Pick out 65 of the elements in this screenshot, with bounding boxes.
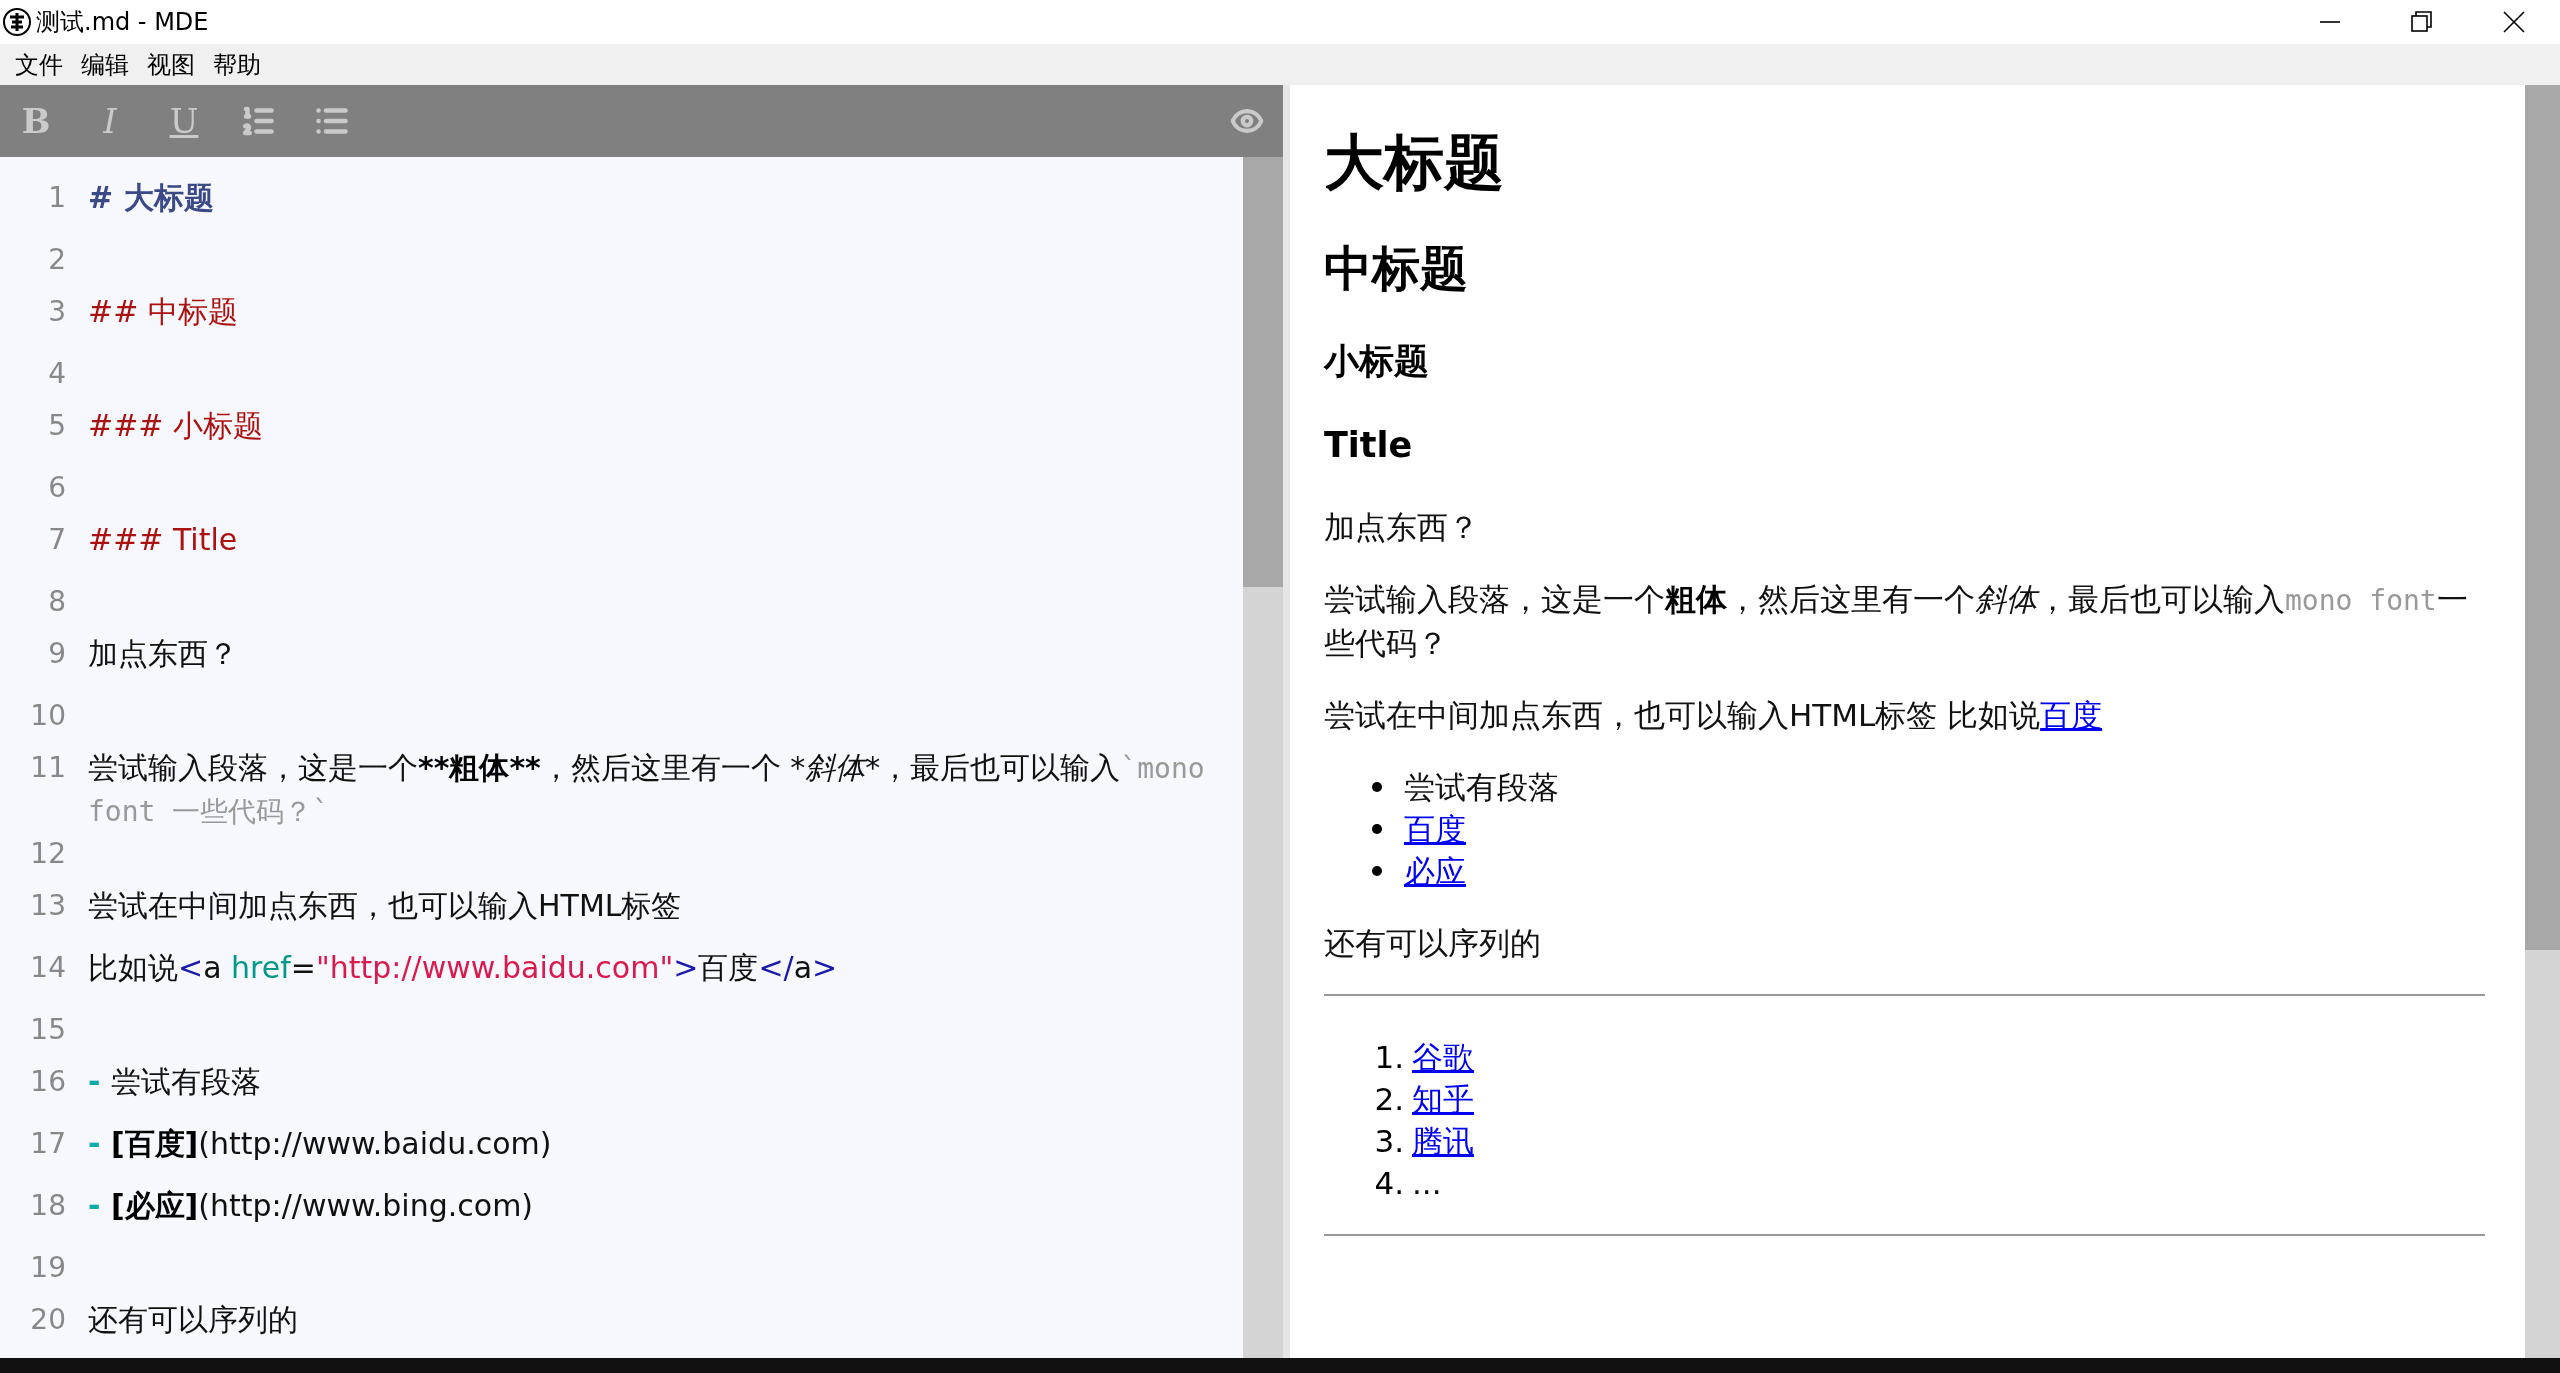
preview-heading: 大标题 [1324,126,1505,199]
line-number: 10 [29,698,66,734]
menu-item[interactable]: 编辑 [72,48,138,81]
preview-link[interactable]: 必应 [1404,850,1466,893]
line-number: 7 [47,522,66,558]
line-number: 14 [29,950,66,986]
code-line: 尝试输入段落，这是一个**粗体**，然后这里有一个 *斜体*，最后也可以输入`mono font 一些代码？` [88,749,1206,830]
minimize-icon [2319,21,2341,23]
menu-item[interactable]: 文件 [6,48,72,81]
window-title: 测试.md - MDE [36,7,209,38]
line-number: 5 [47,408,66,444]
line-number: 17 [29,1126,66,1162]
line-number: 3 [47,294,66,330]
close-icon [2503,11,2525,33]
code-line: - [百度](http://www.baidu.com) [88,1125,552,1163]
bullet-icon [1372,824,1382,835]
preview-heading: Title [1324,423,1414,467]
code-line: - [必应](http://www.bing.com) [88,1187,534,1225]
line-number: 9 [47,636,66,672]
line-number: 16 [29,1064,66,1100]
menu-item[interactable]: 帮助 [204,48,270,81]
list-number: 4. [1373,1164,1405,1204]
code-line: ### Title [88,521,238,559]
preview-heading: 中标题 [1324,239,1469,298]
preview-link[interactable]: 谷歌 [1412,1036,1474,1079]
scrollbar[interactable] [1243,157,1283,1358]
line-number: 6 [47,470,66,506]
line-number: 18 [29,1188,66,1224]
preview-paragraph: 还有可以序列的 [1324,924,1542,964]
preview-paragraph: 尝试在中间加点东西，也可以输入HTML标签 比如说百度 [1324,696,2104,736]
list-item-text: 尝试有段落 [1404,768,1559,808]
preview-paragraph: 尝试输入段落，这是一个粗体，然后这里有一个斜体，最后也可以输入mono font一些代码？ [1324,580,2469,664]
code-line: # 大标题 [88,179,214,217]
menu-item[interactable]: 视图 [138,48,204,81]
code-line: 还有可以序列的 [88,1301,298,1339]
preview-paragraph: 加点东西？ [1324,508,1480,548]
scrollbar[interactable] [2525,85,2560,1358]
line-number: 4 [47,356,66,392]
bullet-icon [1372,866,1382,877]
line-number: 20 [29,1302,66,1338]
preview-link[interactable]: 知乎 [1412,1078,1474,1121]
line-number: 1 [47,180,66,216]
line-number: 19 [29,1250,66,1286]
code-line: 加点东西？ [88,635,238,673]
list-number: 1. [1373,1038,1405,1078]
preview-link[interactable]: 腾讯 [1412,1120,1474,1163]
list-number: 2. [1373,1080,1405,1120]
code-line: 比如说<a href="http://www.baidu.com">百度</a> [88,949,838,987]
line-number: 2 [47,242,66,278]
line-number: 12 [29,836,66,872]
line-number: 11 [29,750,66,786]
list-number: 3. [1373,1122,1405,1162]
preview-heading: 小标题 [1324,340,1430,384]
code-line: 尝试在中间加点东西，也可以输入HTML标签 [88,887,682,925]
restore-icon [2411,11,2433,33]
code-line: - 尝试有段落 [88,1063,261,1101]
code-line: ## 中标题 [88,293,238,331]
list-item-text: ... [1412,1164,1442,1204]
line-number: 15 [29,1012,66,1048]
preview-link[interactable]: 百度 [1404,808,1466,851]
bullet-icon [1372,782,1382,793]
line-number: 8 [47,584,66,620]
app-logo-icon [2,7,32,37]
line-number: 13 [29,888,66,924]
code-line: ### 小标题 [88,407,263,445]
